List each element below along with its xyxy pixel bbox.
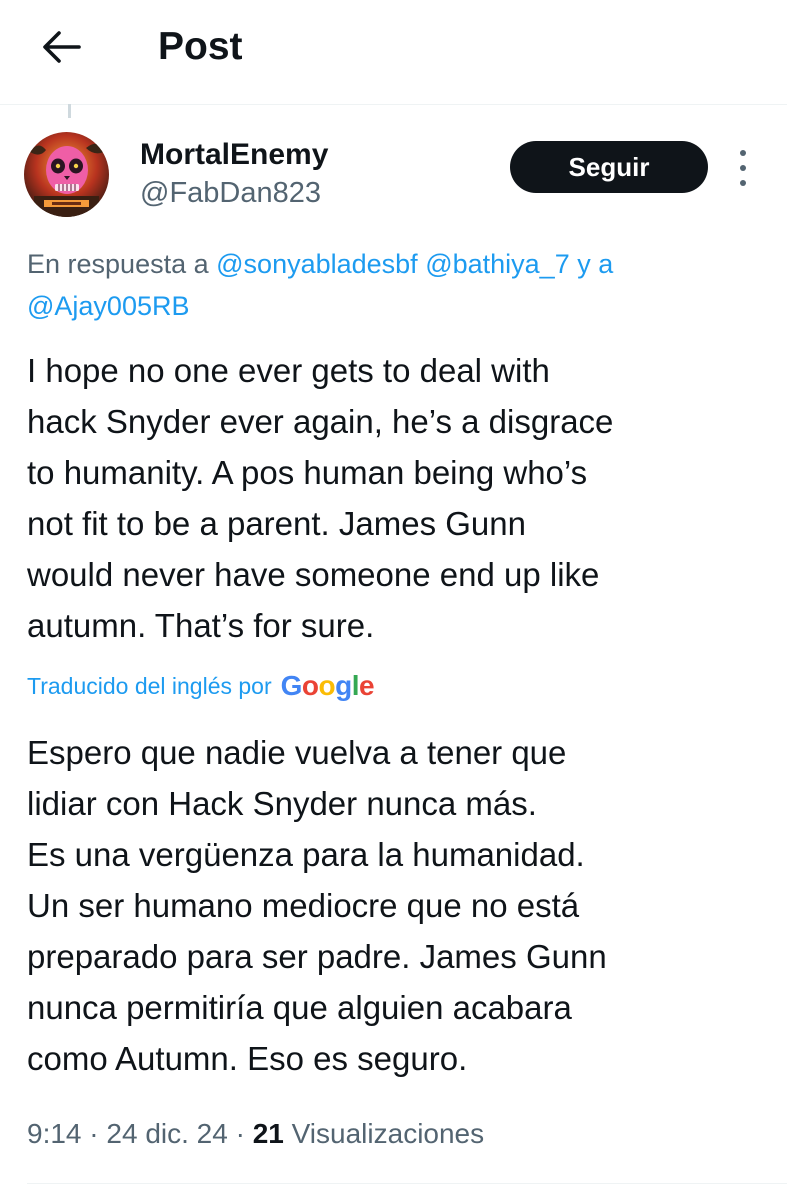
reply-context: En respuesta a @sonyabladesbf @bathiya_7… bbox=[27, 243, 767, 327]
divider bbox=[27, 1183, 787, 1184]
meta-separator: · bbox=[235, 1118, 245, 1149]
post-metadata: 9:14 · 24 dic. 24 · 21 Visualizaciones bbox=[27, 1116, 484, 1152]
views-count: 21 bbox=[252, 1118, 284, 1149]
mention-link[interactable]: @sonyabladesbf bbox=[216, 249, 418, 279]
avatar-image bbox=[24, 132, 109, 217]
views-label: Visualizaciones bbox=[291, 1118, 485, 1149]
more-vertical-icon bbox=[740, 150, 746, 156]
follow-button[interactable]: Seguir bbox=[510, 141, 708, 193]
meta-separator: · bbox=[89, 1118, 99, 1149]
post-date[interactable]: 24 dic. 24 bbox=[106, 1118, 227, 1149]
post-time[interactable]: 9:14 bbox=[27, 1118, 82, 1149]
author-name[interactable]: MortalEnemy bbox=[140, 138, 328, 172]
arrow-left-icon bbox=[43, 31, 81, 63]
google-logo: Google bbox=[280, 670, 375, 701]
reply-prefix: En respuesta a bbox=[27, 249, 209, 279]
translation-attribution[interactable]: Traducido del inglés por Google bbox=[27, 668, 375, 704]
mention-link[interactable]: @Ajay005RB bbox=[27, 291, 190, 321]
avatar[interactable] bbox=[24, 132, 109, 217]
more-options-button[interactable] bbox=[734, 150, 752, 186]
mention-joiner[interactable]: y a bbox=[577, 249, 613, 279]
top-bar: Post bbox=[0, 0, 787, 105]
translation-label: Traducido del inglés por bbox=[27, 673, 272, 699]
page-title: Post bbox=[158, 25, 243, 68]
more-vertical-icon-dot bbox=[740, 165, 746, 171]
post-text: I hope no one ever gets to deal with hac… bbox=[27, 352, 614, 644]
translated-text: Espero que nadie vuelva a tener que lidi… bbox=[27, 734, 607, 1077]
back-button[interactable] bbox=[36, 22, 86, 72]
author-handle[interactable]: @FabDan823 bbox=[140, 176, 321, 210]
thread-connector bbox=[68, 104, 71, 118]
mention-link[interactable]: @bathiya_7 bbox=[425, 249, 570, 279]
more-vertical-icon-dot bbox=[740, 180, 746, 186]
